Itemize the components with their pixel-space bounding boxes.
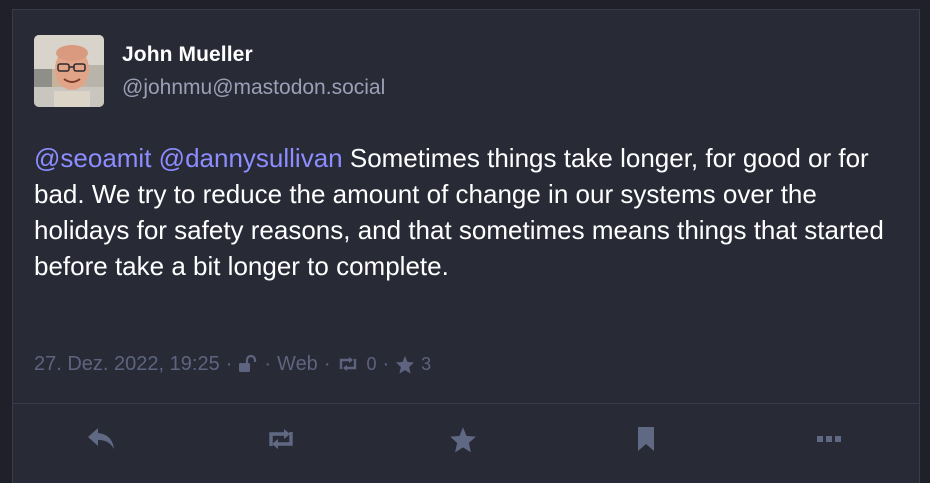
meta-separator: ·: [323, 352, 331, 375]
mention-link[interactable]: @seoamit: [34, 143, 151, 173]
more-button[interactable]: [809, 422, 849, 456]
star-icon: [395, 355, 415, 374]
mention-link[interactable]: @dannysullivan: [159, 143, 343, 173]
post-card: John Mueller @johnmu@mastodon.social @se…: [12, 9, 920, 483]
post-timestamp[interactable]: 27. Dez. 2022, 19:25: [34, 353, 220, 376]
action-bar: [13, 404, 919, 483]
page-background: John Mueller @johnmu@mastodon.social @se…: [0, 0, 930, 483]
author-handle[interactable]: @johnmu@mastodon.social: [122, 76, 385, 100]
reply-icon: [86, 426, 116, 452]
boost-icon: [264, 427, 298, 451]
meta-separator: ·: [225, 352, 233, 375]
star-icon: [449, 426, 477, 453]
boost-icon: [336, 355, 360, 373]
unlocked-icon: [238, 355, 258, 373]
favourite-count: 3: [421, 353, 432, 374]
bookmark-button[interactable]: [626, 422, 666, 456]
avatar[interactable]: [34, 35, 104, 107]
more-icon: [816, 435, 842, 443]
post-application: Web: [277, 352, 318, 375]
boost-button[interactable]: [261, 422, 301, 456]
meta-separator: ·: [264, 352, 272, 375]
meta-separator: ·: [382, 352, 390, 375]
reply-button[interactable]: [81, 422, 121, 456]
favourite-button[interactable]: [443, 422, 483, 456]
author-display-name[interactable]: John Mueller: [122, 43, 253, 67]
post-meta: 27. Dez. 2022, 19:25 · · Web · 0 · 3: [34, 351, 431, 377]
post-content: @seoamit @dannysullivan Sometimes things…: [34, 140, 904, 284]
boost-count: 0: [366, 353, 377, 374]
bookmark-icon: [636, 426, 656, 452]
